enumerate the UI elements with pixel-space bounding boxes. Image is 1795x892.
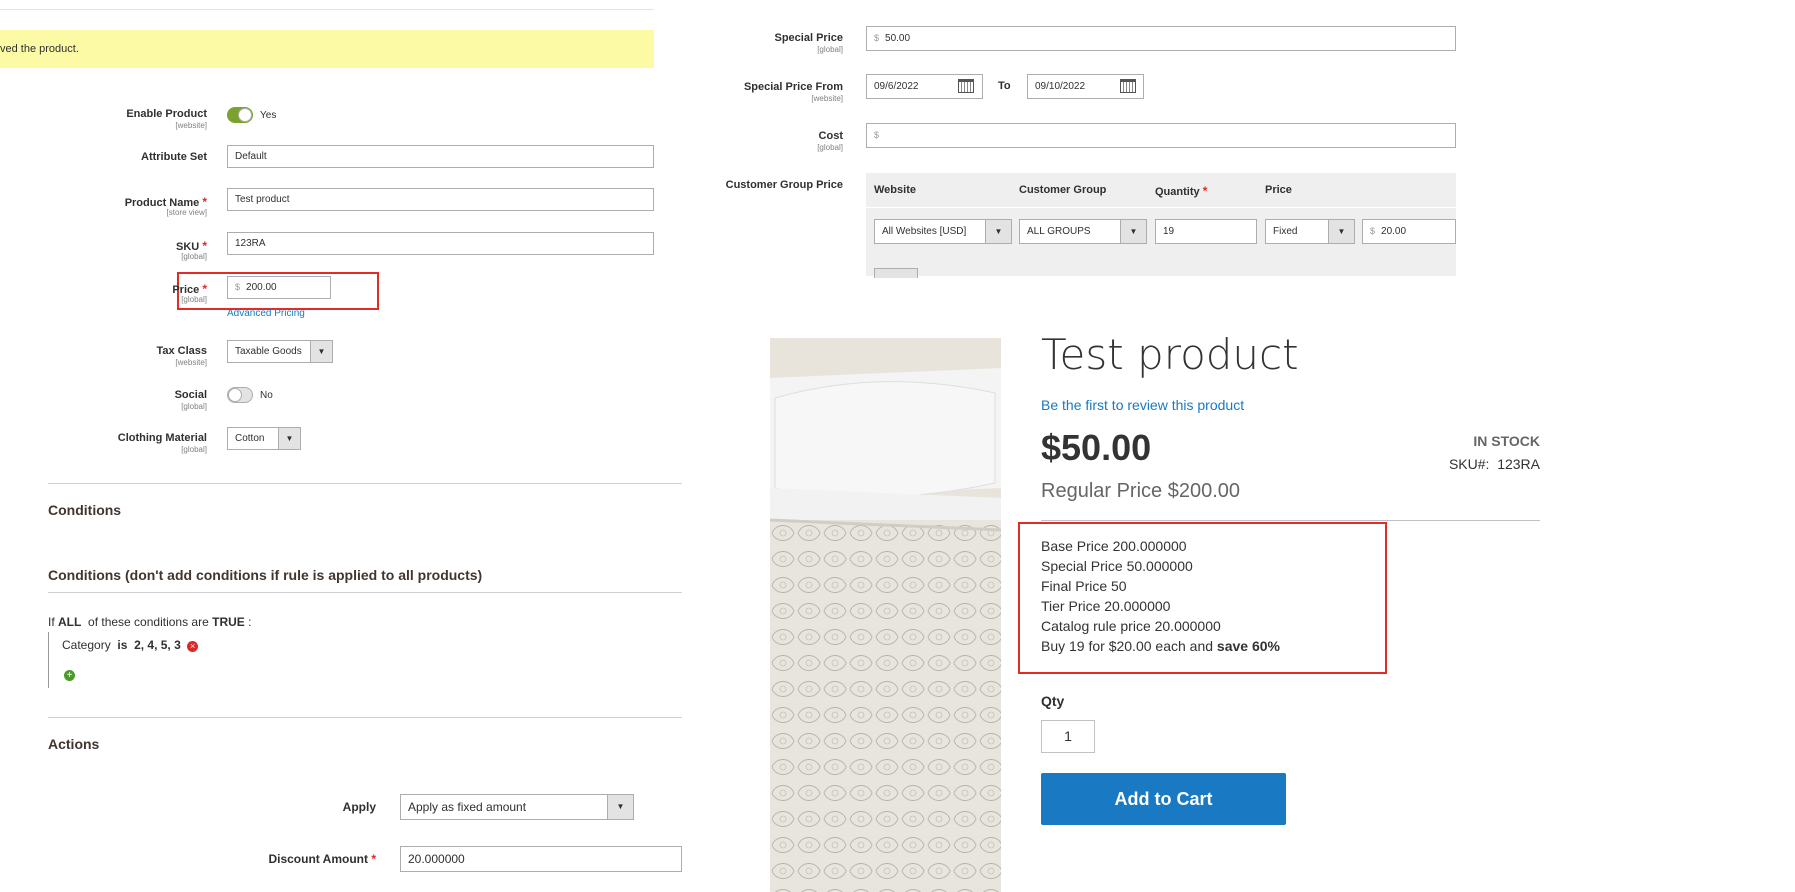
special-price-from-scope: [website]	[811, 94, 843, 103]
social-toggle[interactable]	[227, 387, 253, 403]
conditions-section-title[interactable]: Conditions	[48, 502, 121, 518]
tax-class-select[interactable]: Taxable Goods ▼	[227, 340, 333, 363]
header-website: Website	[874, 184, 916, 196]
product-name-scope: [store view]	[166, 208, 207, 217]
special-price-line: Special Price 50.000000	[1041, 558, 1193, 574]
condition-value-true[interactable]: TRUE	[212, 615, 245, 629]
stock-status: IN STOCK	[1473, 433, 1540, 449]
product-image[interactable]	[770, 338, 1001, 892]
apply-label: Apply	[342, 800, 376, 814]
tier-offer-line: Buy 19 for $20.00 each and save 60%	[1041, 638, 1280, 654]
conditions-subtitle: Conditions (don't add conditions if rule…	[48, 567, 483, 583]
header-customer-group: Customer Group	[1019, 184, 1107, 196]
table-header-divider	[866, 207, 1456, 208]
catalog-rule-price-line: Catalog rule price 20.000000	[1041, 618, 1221, 634]
add-row-button[interactable]	[874, 268, 918, 278]
section-divider	[48, 717, 682, 718]
condition-tree-line	[48, 632, 49, 688]
enable-product-toggle[interactable]	[227, 107, 253, 123]
base-price-line: Base Price 200.000000	[1041, 538, 1187, 554]
special-price-input[interactable]: $50.00	[866, 26, 1456, 51]
tax-class-label: Tax Class	[156, 345, 207, 357]
add-condition-icon[interactable]: +	[64, 670, 75, 681]
product-name-input[interactable]: Test product	[227, 188, 654, 211]
clothing-material-select[interactable]: Cotton ▼	[227, 427, 301, 450]
quantity-input[interactable]: 19	[1155, 219, 1257, 244]
tier-price-line: Tier Price 20.000000	[1041, 598, 1171, 614]
section-divider	[48, 483, 682, 484]
header-quantity: Quantity *	[1155, 184, 1208, 198]
condition-aggregator[interactable]: ALL	[58, 615, 81, 629]
special-price-from-label: Special Price From	[743, 81, 843, 93]
final-price: $50.00	[1041, 427, 1152, 468]
sku-input[interactable]: 123RA	[227, 232, 654, 255]
header-price: Price	[1265, 184, 1292, 196]
apply-select[interactable]: Apply as fixed amount ▼	[400, 794, 634, 820]
product-name-label: Product Name *	[124, 195, 207, 209]
social-scope: [global]	[181, 402, 207, 411]
price-label: Price *	[172, 282, 207, 296]
attribute-set-label: Attribute Set	[141, 151, 207, 163]
actions-section-title[interactable]: Actions	[48, 736, 99, 752]
customer-group-select[interactable]: ALL GROUPS ▼	[1019, 219, 1147, 244]
group-price-input[interactable]: $20.00	[1362, 219, 1456, 244]
calendar-icon[interactable]	[1120, 79, 1136, 93]
price-input[interactable]: $200.00	[227, 276, 331, 299]
enable-product-value: Yes	[260, 110, 277, 121]
sku-scope: [global]	[181, 252, 207, 261]
social-label: Social	[174, 389, 207, 401]
chevron-down-icon: ▼	[1120, 220, 1146, 243]
success-message: ved the product.	[0, 30, 654, 68]
conditions-divider	[48, 592, 682, 593]
cost-label: Cost	[818, 130, 843, 142]
top-divider	[0, 0, 654, 10]
price-type-select[interactable]: Fixed ▼	[1265, 219, 1355, 244]
cost-scope: [global]	[817, 143, 843, 152]
chevron-down-icon: ▼	[278, 428, 300, 449]
customer-group-price-label: Customer Group Price	[725, 179, 843, 191]
website-select[interactable]: All Websites [USD] ▼	[874, 219, 1012, 244]
product-sku: SKU#: 123RA	[1448, 456, 1540, 472]
tax-class-scope: [website]	[175, 358, 207, 367]
discount-amount-input[interactable]: 20.000000	[400, 846, 682, 872]
attribute-set-select[interactable]: Default	[227, 145, 654, 168]
clothing-material-label: Clothing Material	[117, 432, 207, 444]
discount-amount-label: Discount Amount *	[268, 852, 376, 866]
regular-price: Regular Price $200.00	[1041, 480, 1241, 502]
final-price-line: Final Price 50	[1041, 578, 1127, 594]
advanced-pricing-link[interactable]: Advanced Pricing	[227, 308, 305, 319]
social-value: No	[260, 390, 273, 401]
enable-product-label: Enable Product	[126, 108, 207, 120]
enable-product-scope: [website]	[175, 121, 207, 130]
price-scope: [global]	[181, 295, 207, 304]
chevron-down-icon: ▼	[310, 341, 332, 362]
to-label: To	[998, 80, 1011, 92]
product-title: Test product	[1041, 330, 1299, 379]
condition-item: Category is 2, 4, 5, 3 ×	[62, 638, 199, 652]
qty-input[interactable]: 1	[1041, 720, 1095, 753]
condition-operator[interactable]: is	[117, 638, 127, 652]
sku-label: SKU *	[176, 239, 207, 253]
cost-input[interactable]: $	[866, 123, 1456, 148]
chevron-down-icon: ▼	[985, 220, 1011, 243]
calendar-icon[interactable]	[958, 79, 974, 93]
condition-value[interactable]: 2, 4, 5, 3	[134, 638, 181, 652]
review-link[interactable]: Be the first to review this product	[1041, 397, 1244, 413]
chevron-down-icon: ▼	[1328, 220, 1354, 243]
special-price-label: Special Price	[774, 32, 844, 44]
chevron-down-icon: ▼	[607, 795, 633, 819]
clothing-material-scope: [global]	[181, 445, 207, 454]
remove-condition-icon[interactable]: ×	[187, 641, 199, 652]
special-price-scope: [global]	[817, 45, 843, 54]
conditions-rule-text: If ALL of these conditions are TRUE :	[48, 615, 252, 629]
price-debug-info: Base Price 200.000000 Special Price 50.0…	[1041, 536, 1280, 656]
add-to-cart-button[interactable]: Add to Cart	[1041, 773, 1286, 825]
price-divider	[1041, 520, 1540, 521]
qty-label: Qty	[1041, 693, 1065, 709]
